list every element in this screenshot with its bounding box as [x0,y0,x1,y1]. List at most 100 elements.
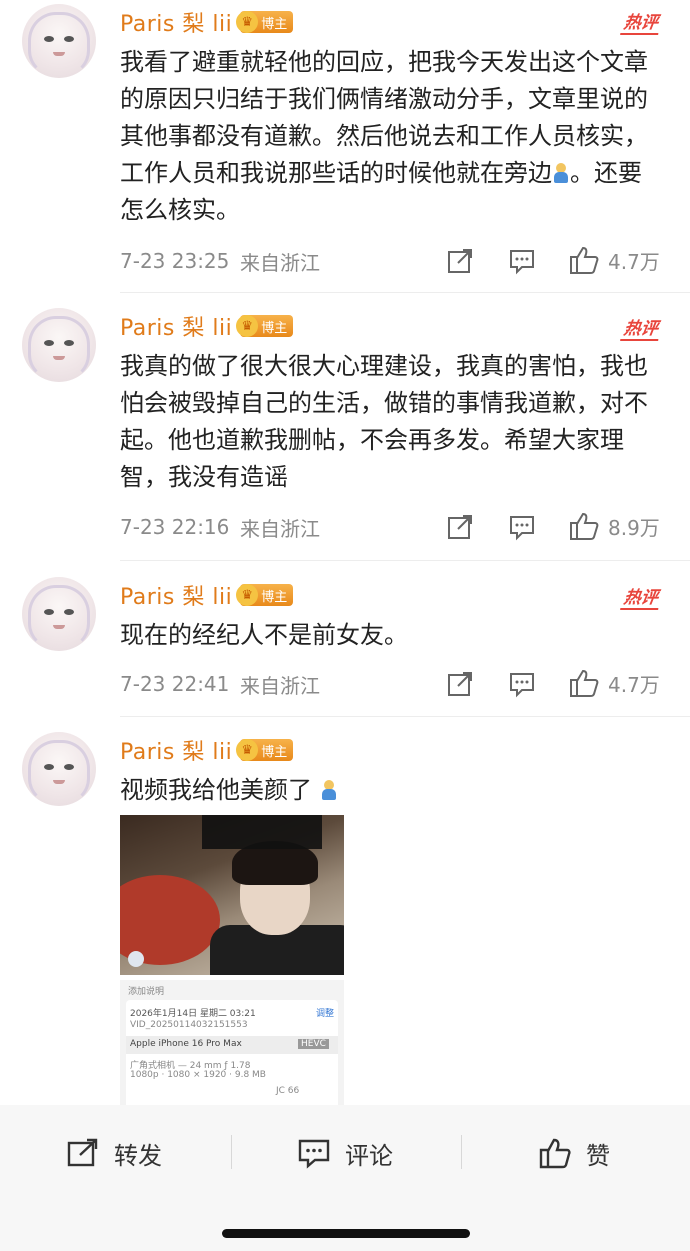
blogger-badge: ♛ 博主 [236,11,294,33]
divider [461,1135,462,1169]
blogger-badge: ♛ 博主 [236,739,294,761]
blogger-badge: ♛ 博主 [236,315,294,337]
like-count: 8.9万 [608,515,660,540]
comment-text-part: 视频我给他美颜了 [120,776,312,804]
repost-button[interactable] [446,513,474,541]
badge-label: 博主 [261,320,288,336]
avatar-eye [64,764,74,770]
crown-icon: ♛ [236,739,259,761]
thumbs-up-icon [570,246,599,274]
repost-button[interactable] [446,247,474,275]
comment-icon [510,673,534,698]
filename-text: VID_20250114032151553 [130,1020,248,1030]
timestamp: 7-23 22:41 [120,672,230,696]
comment-text: 现在的经纪人不是前女友。 [120,621,408,649]
avatar-eye [44,36,54,42]
repost-label: 转发 [114,1141,162,1170]
specs-text: 1080p · 1080 × 1920 · 9.8 MB [130,1070,266,1080]
like-button[interactable]: 4.7万 [568,245,660,275]
comment-icon [298,1139,330,1169]
comment-button[interactable] [508,247,536,275]
mini-avatar-icon [128,951,144,967]
repost-button[interactable] [446,670,474,698]
divider [120,716,690,717]
comment-button[interactable] [508,670,536,698]
thumbs-up-icon [539,1138,571,1169]
name-row: Paris 梨 lii ♛ 博主 [120,578,294,612]
badge-label: 博主 [261,589,288,605]
name-row: Paris 梨 lii ♛ 博主 [120,5,294,39]
badge-label: 博主 [261,16,288,32]
share-icon [67,1138,98,1167]
location: 来自浙江 [240,516,320,541]
timestamp: 7-23 23:25 [120,249,230,273]
comment-label: 评论 [345,1141,393,1170]
device-row: Apple iPhone 16 Pro Max HEVC [126,1036,338,1054]
avatar[interactable] [22,308,96,382]
avatar-eye [44,340,54,346]
crown-icon: ♛ [236,11,259,33]
comment-text: 视频我给他美颜了 [120,772,660,809]
location: 来自浙江 [240,250,320,275]
comment-text: 我真的做了很大很大心理建设，我真的害怕，我也怕会被毁掉自己的生活，做错的事情我道… [120,352,648,491]
username[interactable]: Paris 梨 lii [120,6,232,38]
kneeling-emoji-icon [552,162,570,184]
avatar-eye [64,609,74,615]
hot-comment-badge: 热评 [620,314,662,341]
avatar[interactable] [22,732,96,806]
like-tab[interactable]: 赞 [538,1129,610,1177]
comment-button[interactable] [508,513,536,541]
repost-tab[interactable]: 转发 [66,1129,162,1177]
avatar-eye [64,36,74,42]
badge-label: 博主 [261,744,288,760]
thumbs-up-icon [570,669,599,697]
hevc-badge: HEVC [298,1039,329,1049]
divider [120,292,690,293]
username[interactable]: Paris 梨 lii [120,734,232,766]
home-indicator[interactable] [222,1229,470,1238]
username[interactable]: Paris 梨 lii [120,310,232,342]
name-row: Paris 梨 lii ♛ 博主 [120,733,294,767]
date-text: 2026年1月14日 星期二 03:21 [130,1009,256,1019]
avatar-eye [44,609,54,615]
kneeling-emoji-icon [320,779,338,801]
device-text: Apple iPhone 16 Pro Max [130,1039,242,1049]
like-label: 赞 [586,1141,610,1170]
avatar-eye [64,340,74,346]
avatar-hair [28,316,90,380]
like-count: 4.7万 [608,249,660,274]
comment-text: 我看了避重就轻他的回应，把我今天发出这个文章的原因只归结于我们俩情绪激动分手，文… [120,44,660,229]
avatar[interactable] [22,577,96,651]
comment-tab[interactable]: 评论 [297,1129,393,1177]
share-icon [448,672,472,696]
attached-photo[interactable] [120,815,344,975]
share-icon [448,515,472,539]
divider [231,1135,232,1169]
hot-comment-badge: 热评 [620,583,662,610]
censor-bar [202,815,322,849]
avatar-hair [28,12,90,76]
avatar-hair [28,585,90,649]
share-icon [448,249,472,273]
adjust-link: 调整 [316,1009,335,1019]
code-text: JC 66 [276,1086,300,1096]
crown-icon: ♛ [236,315,259,337]
details-card: 2026年1月14日 星期二 03:21 调整 VID_202501140321… [126,1000,338,1110]
add-caption-text: 添加说明 [128,987,165,997]
thumbs-up-icon [570,512,599,540]
divider [120,560,690,561]
avatar-eye [44,764,54,770]
crown-icon: ♛ [236,584,259,606]
location: 来自浙江 [240,673,320,698]
like-button[interactable]: 8.9万 [568,511,660,541]
name-row: Paris 梨 lii ♛ 博主 [120,309,294,343]
comment-icon [510,250,534,275]
avatar[interactable] [22,4,96,78]
timestamp: 7-23 22:16 [120,515,230,539]
photo-details-screenshot[interactable]: 添加说明 2026年1月14日 星期二 03:21 调整 VID_2025011… [120,980,344,1110]
hot-comment-badge: 热评 [620,8,662,35]
username[interactable]: Paris 梨 lii [120,579,232,611]
blogger-badge: ♛ 博主 [236,584,294,606]
like-count: 4.7万 [608,672,660,697]
like-button[interactable]: 4.7万 [568,668,660,698]
